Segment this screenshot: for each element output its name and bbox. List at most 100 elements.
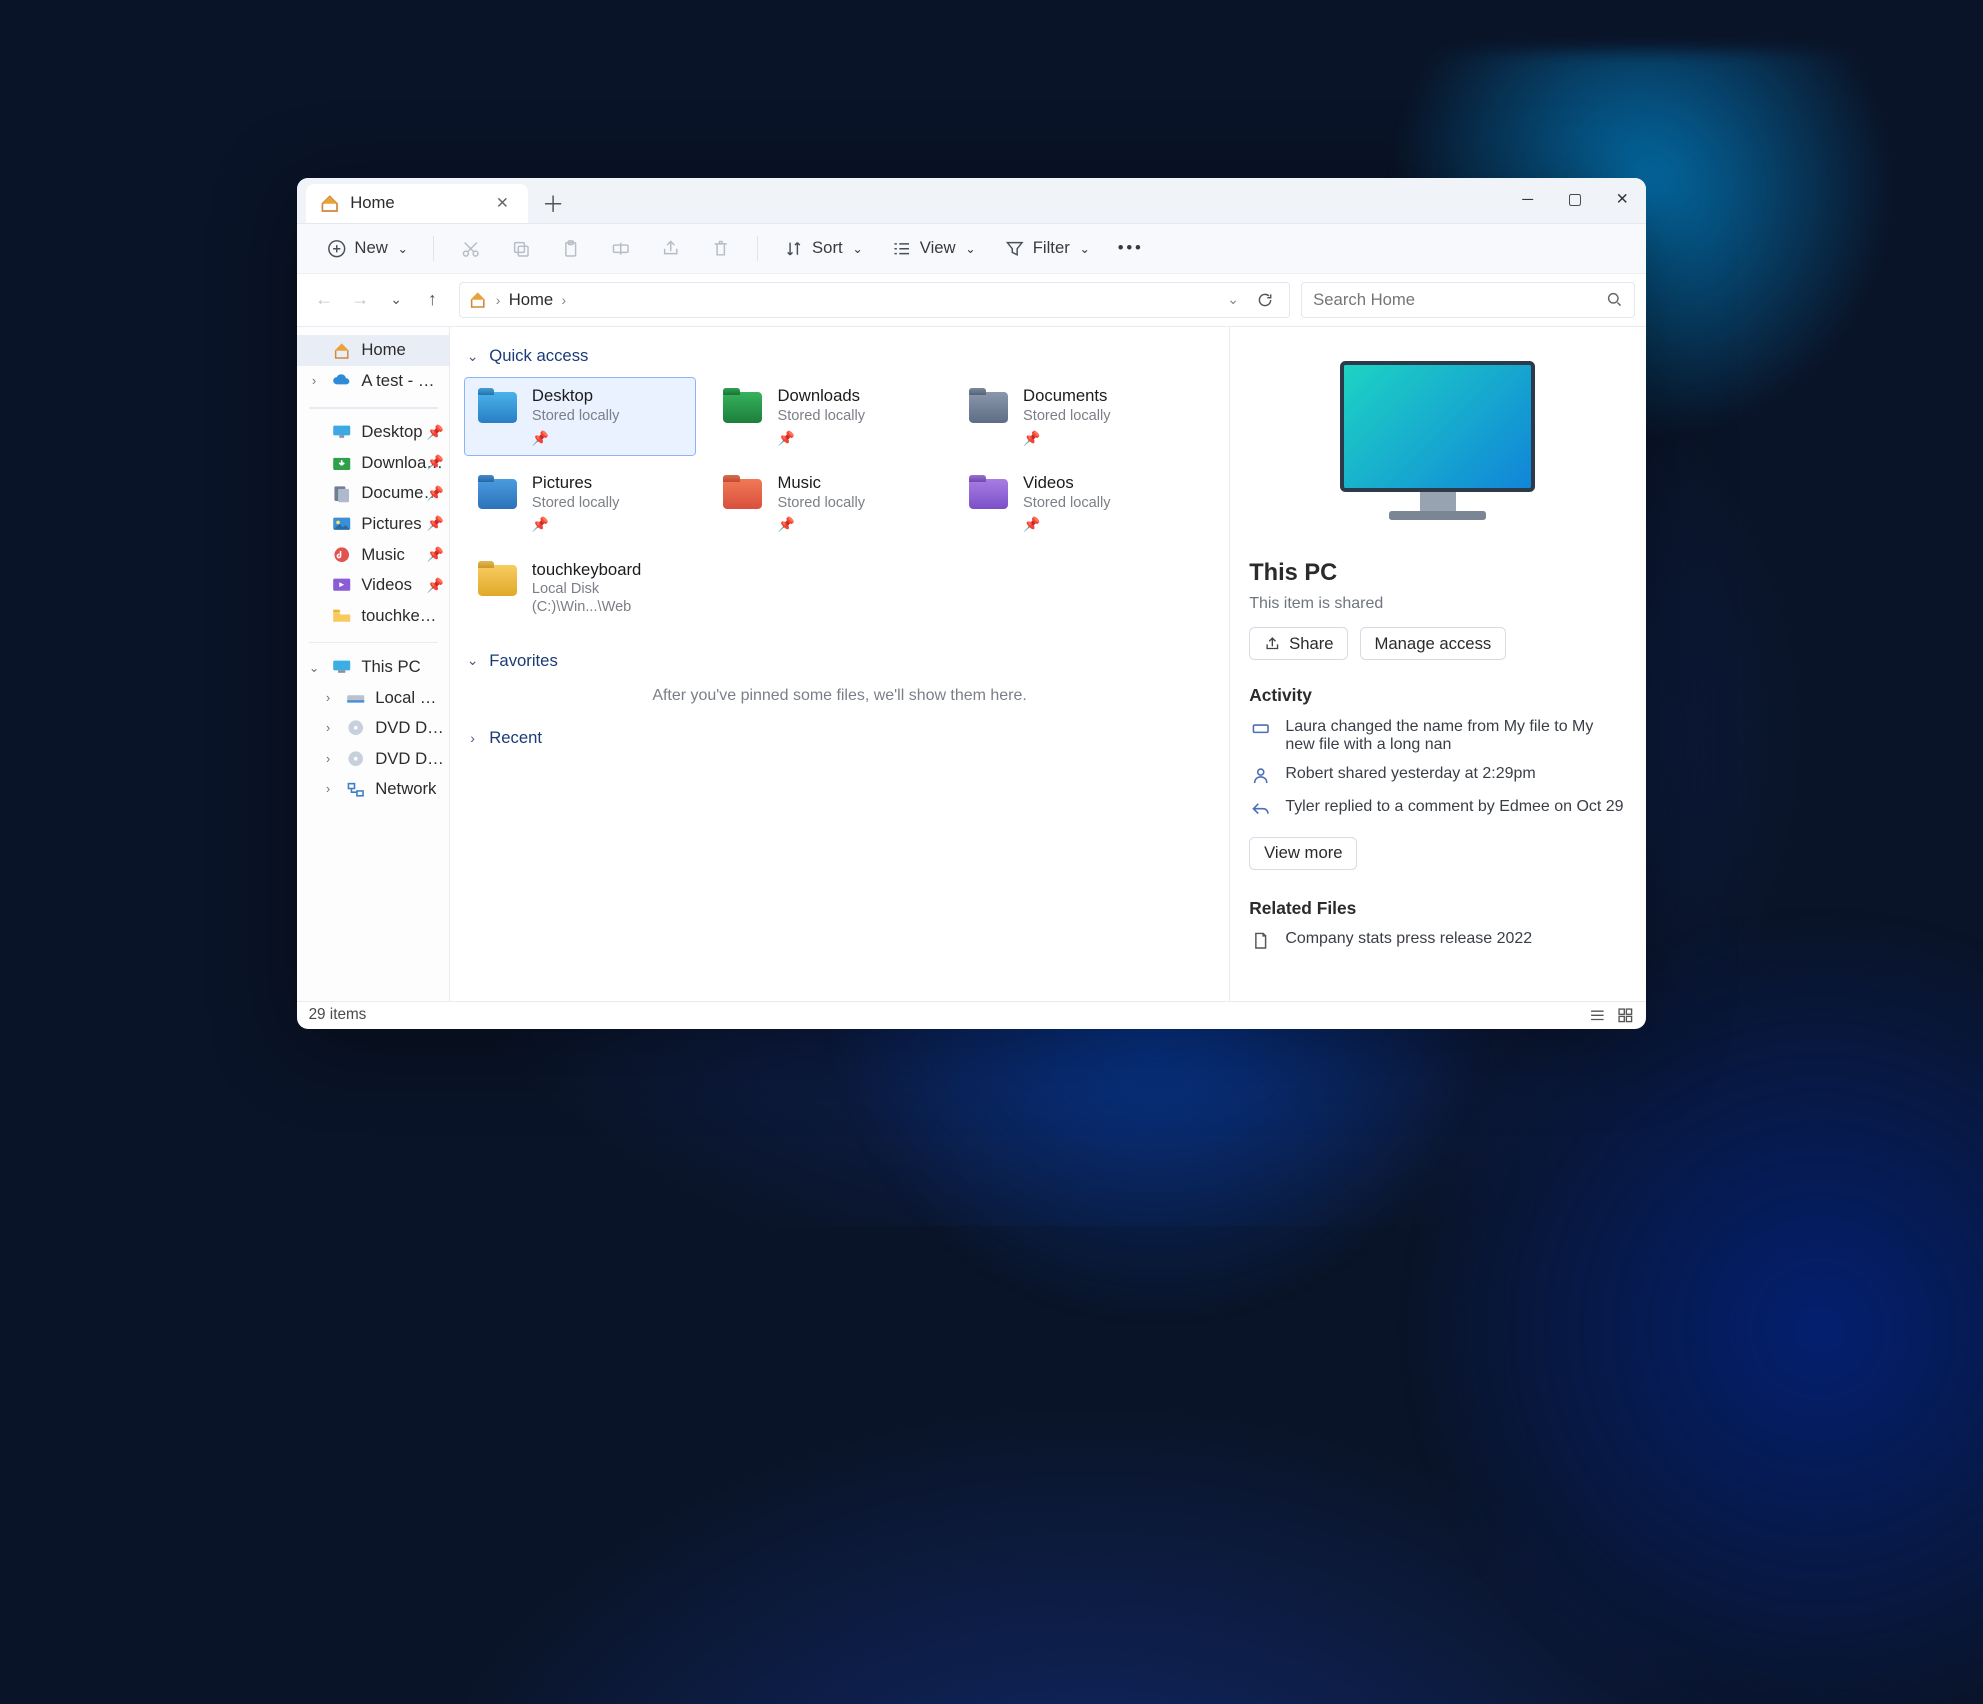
maximize-button[interactable]: ▢ (1551, 178, 1598, 223)
refresh-button[interactable] (1250, 284, 1281, 315)
new-tab-button[interactable]: ＋ (534, 184, 573, 223)
tile-videos[interactable]: Videos Stored locally 📌 (955, 464, 1187, 542)
file-explorer-window: Home ✕ ＋ ─ ▢ ✕ New ⌄ Sort (297, 178, 1645, 1029)
cut-button[interactable] (448, 232, 492, 265)
chevron-right-icon[interactable]: › (306, 374, 323, 388)
tile-desktop[interactable]: Desktop Stored locally 📌 (464, 377, 696, 455)
nav-dvd-d-2[interactable]: ›DVD Drive (D:) CCC (297, 744, 449, 775)
close-button[interactable]: ✕ (1599, 178, 1646, 223)
tile-touchkeyboard[interactable]: touchkeyboard Local Disk (C:)\Win...\Web (464, 551, 696, 626)
sort-button[interactable]: Sort ⌄ (772, 232, 874, 265)
nav-label: touchkeyboard (361, 606, 443, 626)
group-recent[interactable]: › Recent (464, 728, 1215, 748)
group-label: Favorites (489, 651, 558, 671)
filter-button[interactable]: Filter ⌄ (992, 232, 1101, 265)
chevron-right-icon[interactable]: › (320, 721, 337, 735)
details-pane: This PC This item is shared Share Manage… (1229, 327, 1646, 1001)
breadcrumb[interactable]: › Home › ⌄ (459, 282, 1290, 318)
chevron-right-icon: › (496, 292, 501, 308)
tile-subtitle: Stored locally (1023, 495, 1111, 513)
tab-close-icon[interactable]: ✕ (496, 194, 509, 213)
search-icon (1606, 291, 1623, 308)
nav-home[interactable]: Home (297, 335, 449, 366)
nav-videos[interactable]: Videos📌 (297, 570, 449, 601)
person-icon (1249, 765, 1271, 787)
forward-button[interactable]: → (345, 284, 376, 315)
tile-subtitle: Local Disk (C:)\Win...\Web (532, 581, 684, 616)
tile-downloads[interactable]: Downloads Stored locally 📌 (710, 377, 942, 455)
details-view-icon[interactable] (1587, 1005, 1606, 1024)
tile-title: touchkeyboard (532, 560, 684, 580)
more-button[interactable]: ••• (1107, 233, 1155, 264)
recent-locations-button[interactable]: ⌄ (381, 284, 412, 315)
tile-title: Documents (1023, 386, 1111, 406)
chevron-right-icon[interactable]: › (320, 691, 337, 705)
chevron-down-icon: ⌄ (464, 348, 481, 365)
view-button[interactable]: View ⌄ (879, 232, 986, 265)
nav-label: DVD Drive (D:) CC (375, 718, 444, 738)
item-count: 29 items (309, 1006, 367, 1024)
chevron-down-icon: ⌄ (464, 652, 481, 669)
nav-touchkeyboard[interactable]: touchkeyboard (297, 600, 449, 631)
group-label: Recent (489, 728, 542, 748)
nav-label: Home (361, 340, 443, 360)
group-label: Quick access (489, 346, 588, 366)
nav-onedrive[interactable]: › A test - Personal (297, 366, 449, 397)
chevron-right-icon[interactable]: › (320, 782, 337, 796)
search-input[interactable] (1313, 290, 1606, 310)
cut-icon (459, 237, 481, 259)
breadcrumb-segment[interactable]: Home (509, 290, 553, 310)
tab-home[interactable]: Home ✕ (306, 184, 528, 223)
tile-music[interactable]: Music Stored locally 📌 (710, 464, 942, 542)
nav-network[interactable]: ›Network (297, 774, 449, 805)
tile-pictures[interactable]: Pictures Stored locally 📌 (464, 464, 696, 542)
chevron-down-icon[interactable]: ⌄ (1227, 291, 1239, 308)
nav-downloads[interactable]: Downloads📌 (297, 447, 449, 478)
documents-icon (967, 386, 1009, 428)
group-quick-access[interactable]: ⌄ Quick access (464, 346, 1215, 366)
tile-title: Music (777, 473, 865, 493)
share-button[interactable]: Share (1249, 627, 1348, 660)
related-file-item[interactable]: Company stats press release 2022 (1249, 930, 1626, 952)
computer-icon (331, 656, 353, 678)
manage-access-label: Manage access (1374, 634, 1491, 654)
sort-icon (783, 237, 805, 259)
large-icons-view-icon[interactable] (1615, 1005, 1634, 1024)
activity-text: Laura changed the name from My file to M… (1285, 718, 1626, 754)
copy-button[interactable] (498, 232, 542, 265)
nav-this-pc[interactable]: ⌄This PC (297, 652, 449, 683)
nav-local-disk[interactable]: ›Local Disk (C:) (297, 682, 449, 713)
chevron-down-icon[interactable]: ⌄ (306, 660, 323, 675)
pin-icon: 📌 (532, 430, 620, 447)
back-button[interactable]: ← (309, 284, 340, 315)
nav-music[interactable]: Music📌 (297, 539, 449, 570)
new-label: New (354, 238, 387, 258)
nav-desktop[interactable]: Desktop📌 (297, 417, 449, 448)
related-file-name: Company stats press release 2022 (1285, 930, 1532, 948)
manage-access-button[interactable]: Manage access (1360, 627, 1507, 660)
tile-documents[interactable]: Documents Stored locally 📌 (955, 377, 1187, 455)
view-more-button[interactable]: View more (1249, 837, 1357, 870)
disc-icon (345, 717, 367, 739)
chevron-down-icon: ⌄ (1079, 241, 1089, 256)
drive-icon (345, 687, 367, 709)
search-box[interactable] (1301, 282, 1635, 318)
new-button[interactable]: New ⌄ (314, 232, 419, 265)
copy-icon (509, 237, 531, 259)
share-button[interactable] (648, 232, 692, 265)
up-button[interactable]: ↑ (417, 284, 448, 315)
paste-button[interactable] (548, 232, 592, 265)
minimize-button[interactable]: ─ (1504, 178, 1551, 223)
activity-item: Laura changed the name from My file to M… (1249, 718, 1626, 754)
pin-icon: 📌 (532, 516, 620, 533)
pin-icon: 📌 (1023, 430, 1111, 447)
nav-pictures[interactable]: Pictures📌 (297, 509, 449, 540)
cloud-icon (331, 370, 353, 392)
nav-documents[interactable]: Documents📌 (297, 478, 449, 509)
tile-title: Pictures (532, 473, 620, 493)
nav-dvd-d-1[interactable]: › DVD Drive (D:) CC (297, 713, 449, 744)
group-favorites[interactable]: ⌄ Favorites (464, 651, 1215, 671)
delete-button[interactable] (698, 232, 742, 265)
chevron-right-icon[interactable]: › (320, 752, 337, 766)
rename-button[interactable] (598, 232, 642, 265)
